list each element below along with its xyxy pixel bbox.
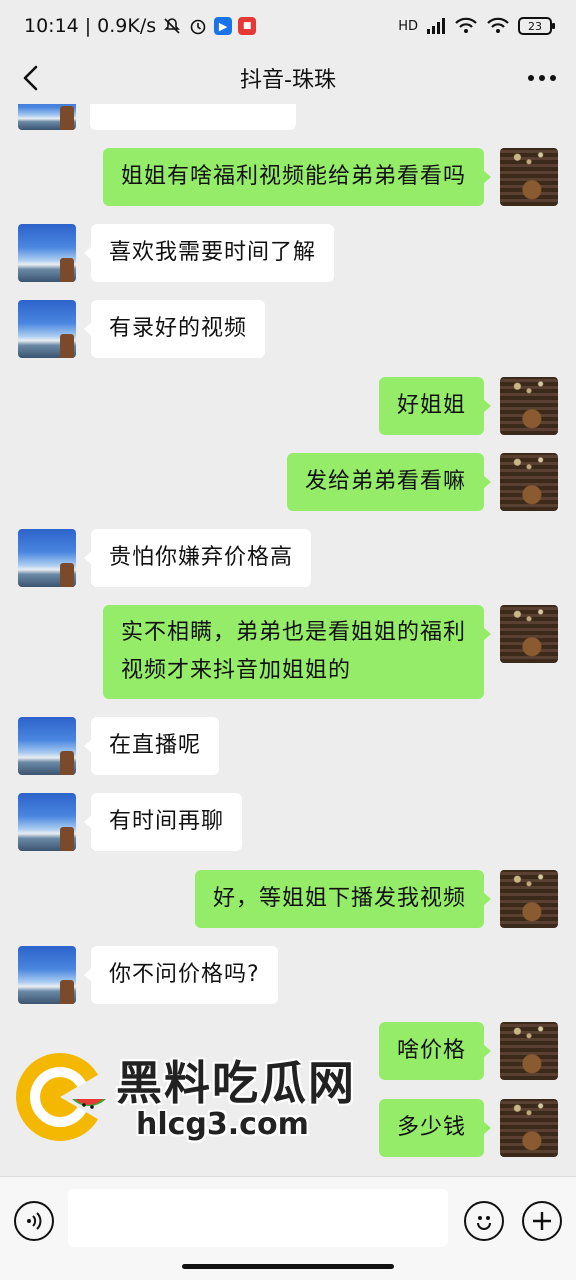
message-text: 有录好的视频 (109, 316, 248, 341)
message-bubble-self[interactable]: 姐姐有啥福利视频能给弟弟看看吗 (102, 148, 492, 206)
message-bubble-self[interactable]: 好，等姐姐下播发我视频 (194, 870, 492, 928)
contact-avatar[interactable] (18, 793, 76, 851)
message-text: 在直播呢 (109, 733, 202, 758)
message-text: 发给弟弟看看嘛 (304, 469, 466, 494)
message-row-self: 发给弟弟看看嘛 (286, 453, 558, 511)
message-bubble-self[interactable]: 好姐姐 (378, 377, 492, 435)
message-row-self: 多少钱 (378, 1099, 558, 1157)
message-text: 有时间再聊 (109, 809, 225, 834)
self-avatar[interactable] (500, 377, 558, 435)
self-avatar[interactable] (500, 148, 558, 206)
chat-title: 抖音-珠珠 (240, 68, 336, 93)
back-button[interactable] (14, 62, 46, 94)
message-bubble-other[interactable]: 你不问价格吗? (84, 946, 278, 1004)
watermark-logo-icon (16, 1053, 108, 1141)
message-row-other: 有时间再聊 (18, 793, 243, 851)
watermark-url: hlcg3.com (136, 1107, 309, 1142)
watermark-title: 黑料吃瓜网 (116, 1056, 356, 1110)
message-row-self: 实不相瞒，弟弟也是看姐姐的福利 视频才来抖音加姐姐的 (102, 605, 558, 699)
message-bubble-other[interactable]: 喜欢我需要时间了解 (83, 224, 335, 282)
emoji-button[interactable] (464, 1201, 504, 1241)
message-row-self: 好姐姐 (378, 377, 558, 435)
more-button[interactable] (522, 62, 562, 94)
message-row-self: 姐姐有啥福利视频能给弟弟看看吗 (102, 148, 558, 206)
message-bubble-other[interactable]: 贵怕你嫌弃价格高 (83, 529, 312, 587)
status-bar: 10:14 | 0.9K/s ▶ ■ HD 23 (0, 0, 576, 52)
self-avatar[interactable] (500, 1099, 558, 1157)
mute-icon (162, 16, 182, 36)
message-text: 贵怕你嫌弃价格高 (109, 545, 294, 570)
wifi-icon (454, 17, 478, 35)
message-bubble-partial (90, 104, 296, 130)
signal-icon (426, 17, 446, 35)
hd-label: HD (398, 18, 418, 34)
contact-avatar[interactable] (18, 717, 76, 775)
self-avatar[interactable] (500, 1022, 558, 1080)
message-text: 你不问价格吗? (109, 962, 260, 987)
voice-button[interactable] (14, 1201, 54, 1241)
emoji-icon (477, 1216, 491, 1230)
alarm-icon (188, 16, 208, 36)
message-row-other: 有录好的视频 (18, 300, 266, 358)
self-avatar[interactable] (500, 453, 558, 511)
message-text: 啥价格 (396, 1038, 466, 1063)
message-row-other: 你不问价格吗? (18, 946, 278, 1004)
contact-avatar[interactable] (18, 529, 76, 587)
message-bubble-other[interactable]: 有时间再聊 (83, 793, 243, 851)
chevron-left-icon (23, 65, 38, 91)
contact-avatar[interactable] (18, 224, 76, 282)
wifi-icon (486, 17, 510, 35)
more-actions-button[interactable] (522, 1201, 562, 1241)
message-text: 好，等姐姐下播发我视频 (212, 886, 466, 911)
message-row-other: 喜欢我需要时间了解 (18, 224, 335, 282)
message-bubble-self[interactable]: 多少钱 (378, 1099, 492, 1157)
app-notification-icon: ▶ (214, 17, 233, 35)
contact-avatar[interactable] (18, 946, 76, 1004)
battery-icon: 23 (518, 17, 555, 35)
self-avatar[interactable] (500, 605, 558, 663)
status-divider: | (84, 15, 92, 37)
message-bubble-other[interactable]: 有录好的视频 (83, 300, 266, 358)
message-bubble-self[interactable]: 发给弟弟看看嘛 (286, 453, 492, 511)
message-bubble-self[interactable]: 啥价格 (378, 1022, 492, 1080)
message-text: 姐姐有啥福利视频能给弟弟看看吗 (120, 164, 466, 189)
voice-icon (27, 1212, 42, 1230)
message-text: 视频才来抖音加姐姐的 (120, 658, 351, 683)
watermark: 黑料吃瓜网 hlcg3.com (12, 1045, 372, 1155)
contact-avatar[interactable] (18, 300, 76, 358)
message-text: 喜欢我需要时间了解 (109, 240, 317, 265)
message-text: 多少钱 (396, 1115, 466, 1140)
message-row-other: 贵怕你嫌弃价格高 (18, 529, 312, 587)
message-row-self: 啥价格 (378, 1022, 558, 1080)
message-text: 好姐姐 (396, 393, 466, 418)
message-text: 实不相瞒，弟弟也是看姐姐的福利 (120, 620, 466, 645)
app-notification-icon: ■ (238, 17, 257, 35)
more-dots-icon (528, 75, 556, 81)
message-input[interactable] (68, 1189, 448, 1247)
message-row-self: 好，等姐姐下播发我视频 (194, 870, 558, 928)
status-speed: 0.9K/s (97, 15, 157, 37)
message-bubble-other[interactable]: 在直播呢 (83, 717, 220, 775)
message-row-other: 在直播呢 (18, 717, 220, 775)
plus-icon (533, 1212, 551, 1230)
battery-level: 23 (528, 19, 542, 33)
chat-header-overlay: 抖音-珠珠 (0, 52, 576, 104)
message-bubble-self[interactable]: 实不相瞒，弟弟也是看姐姐的福利 视频才来抖音加姐姐的 (102, 605, 492, 699)
status-time: 10:14 (24, 15, 79, 37)
self-avatar[interactable] (500, 870, 558, 928)
home-indicator[interactable] (182, 1264, 394, 1269)
